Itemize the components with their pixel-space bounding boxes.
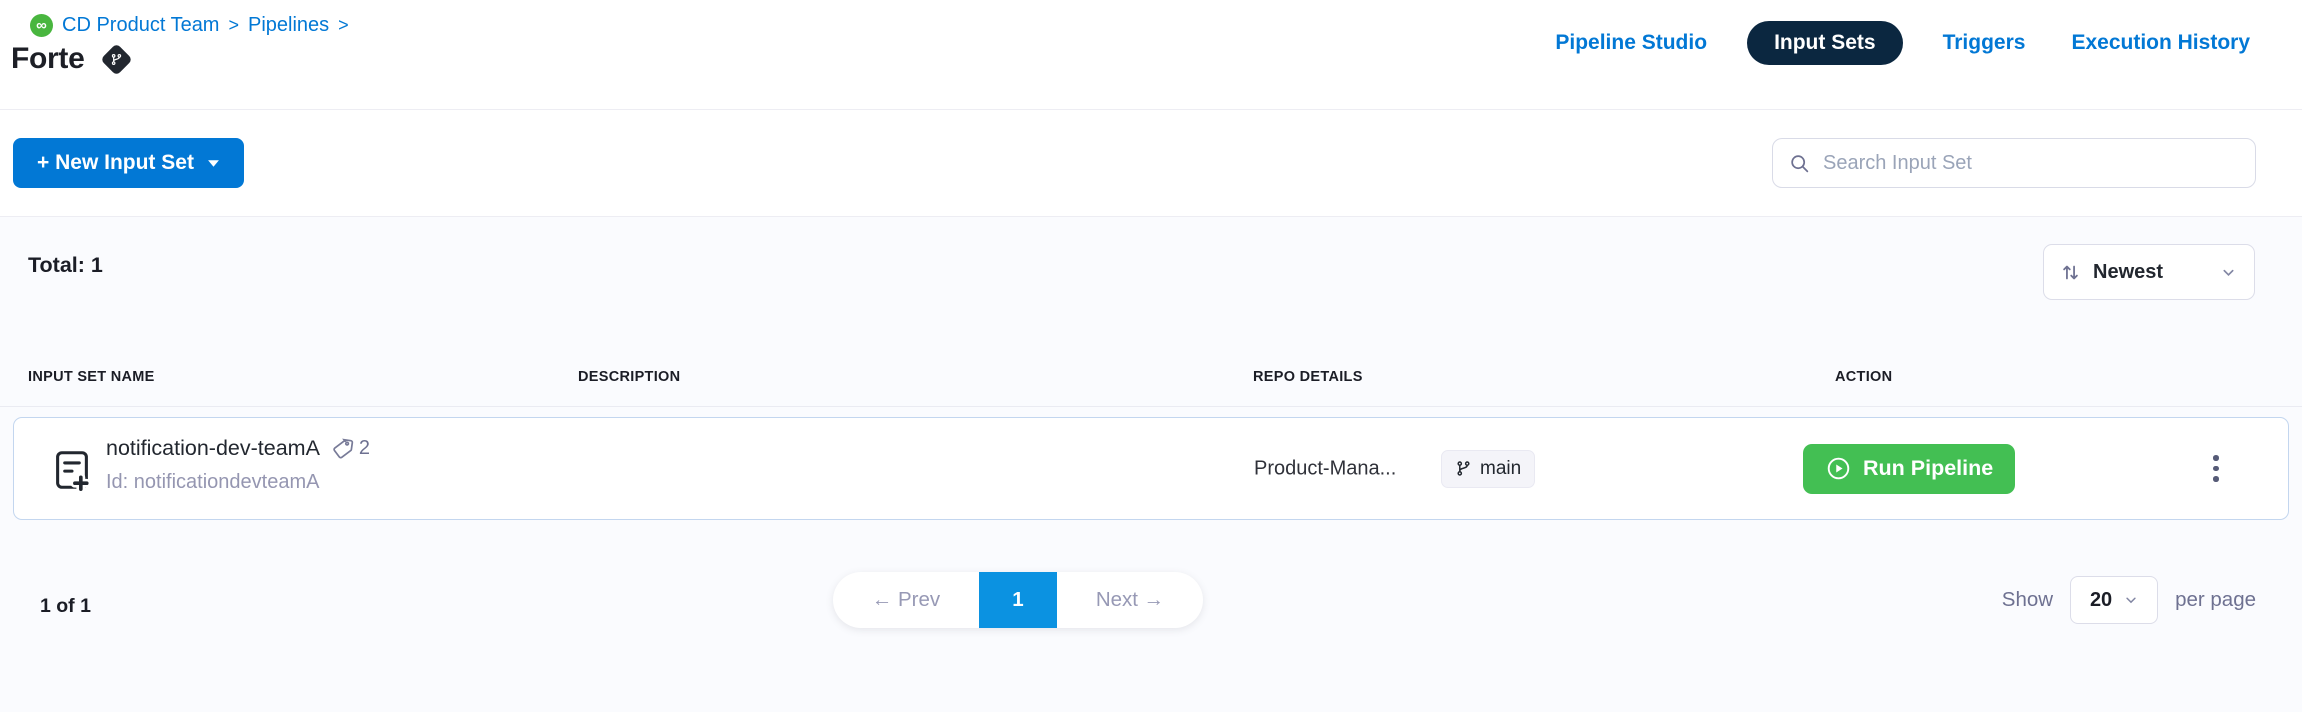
run-pipeline-label: Run Pipeline (1863, 456, 1993, 481)
breadcrumb: ∞ CD Product Team > Pipelines > (30, 14, 349, 37)
run-pipeline-button[interactable]: Run Pipeline (1803, 444, 2015, 494)
branch-chip: main (1441, 450, 1535, 488)
page-size-value: 20 (2090, 589, 2112, 612)
input-set-id: Id: notificationdevteamA (106, 471, 319, 494)
tab-input-sets[interactable]: Input Sets (1747, 21, 1903, 65)
repo-name: Product-Mana... (1254, 457, 1396, 480)
page-size-group: Show 20 per page (2002, 576, 2256, 624)
pager: ← Prev 1 Next → (833, 572, 1203, 628)
input-sets-panel: Total: 1 Newest INPUT SET NAME DESCRIPTI… (0, 217, 2302, 712)
page-header: ∞ CD Product Team > Pipelines > Forte Pi… (0, 0, 2302, 110)
git-repo-icon (100, 43, 133, 76)
pagination-page-1[interactable]: 1 (979, 572, 1057, 628)
title-row: Forte (11, 42, 128, 76)
tab-triggers[interactable]: Triggers (1937, 21, 2032, 65)
per-page-label: per page (2175, 588, 2256, 612)
tag-count-badge: 2 (331, 437, 370, 460)
chevron-down-icon (2124, 593, 2138, 607)
sort-value: Newest (2093, 261, 2163, 284)
new-input-set-button[interactable]: + New Input Set (13, 138, 244, 188)
column-description: DESCRIPTION (578, 369, 680, 385)
search-input[interactable] (1823, 152, 2239, 175)
chevron-down-icon (2221, 265, 2236, 280)
input-set-icon (49, 446, 95, 499)
breadcrumb-link-pipelines[interactable]: Pipelines (248, 14, 329, 37)
table-header: INPUT SET NAME DESCRIPTION REPO DETAILS … (0, 357, 2302, 407)
search-icon (1789, 153, 1810, 174)
column-action: ACTION (1835, 369, 1892, 385)
breadcrumb-separator: > (338, 15, 349, 36)
tag-count: 2 (359, 437, 370, 460)
search-box[interactable] (1772, 138, 2256, 188)
new-input-set-label: + New Input Set (37, 151, 194, 175)
git-branch-icon (1455, 460, 1472, 477)
column-input-set-name: INPUT SET NAME (28, 369, 155, 385)
pipeline-tabs: Pipeline Studio Input Sets Triggers Exec… (1549, 19, 2256, 67)
page-size-dropdown[interactable]: 20 (2070, 576, 2158, 624)
pagination-next-button[interactable]: Next → (1057, 588, 1203, 612)
branch-name: main (1480, 458, 1521, 480)
cd-module-icon: ∞ (30, 14, 53, 37)
input-set-row[interactable]: notification-dev-teamA 2 Id: notificatio… (13, 417, 2289, 520)
tag-icon (331, 437, 354, 460)
page-title: Forte (11, 42, 85, 76)
pagination-range-label: 1 of 1 (40, 595, 91, 618)
toolbar: + New Input Set (0, 110, 2302, 217)
total-count-label: Total: 1 (28, 253, 103, 278)
breadcrumb-link-project[interactable]: CD Product Team (62, 14, 219, 37)
input-set-name: notification-dev-teamA (106, 436, 320, 461)
show-label: Show (2002, 588, 2053, 612)
sort-icon (2061, 263, 2080, 282)
input-set-name-line: notification-dev-teamA 2 (106, 436, 370, 461)
play-circle-icon (1825, 455, 1852, 482)
tab-pipeline-studio[interactable]: Pipeline Studio (1549, 21, 1713, 65)
sort-dropdown[interactable]: Newest (2043, 244, 2255, 300)
breadcrumb-separator: > (228, 15, 239, 36)
kebab-menu-icon[interactable] (2196, 445, 2236, 493)
pagination-prev-button[interactable]: ← Prev (833, 588, 979, 612)
tab-execution-history[interactable]: Execution History (2065, 21, 2256, 65)
caret-down-icon (207, 159, 220, 168)
column-repo-details: REPO DETAILS (1253, 369, 1363, 385)
